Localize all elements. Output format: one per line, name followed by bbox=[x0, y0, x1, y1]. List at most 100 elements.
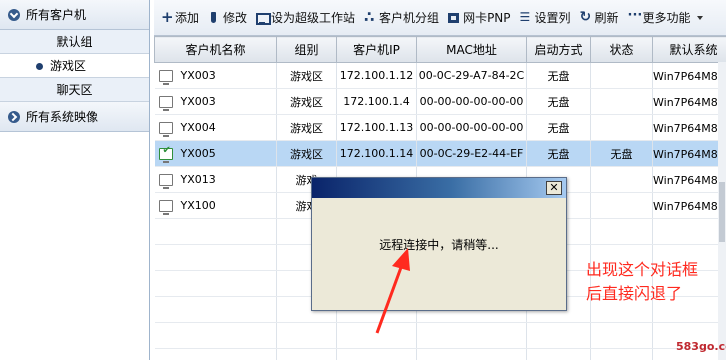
table-row-selected[interactable]: YX005 游戏区 172.100.1.14 00-0C-29-E2-44-EF… bbox=[154, 140, 726, 167]
sidebar-group-label: 所有客户机 bbox=[26, 8, 87, 22]
status-cell bbox=[590, 62, 653, 89]
client-name-cell: YX004 bbox=[154, 114, 277, 141]
default-system-cell: Win7P64M8 - 另 bbox=[652, 88, 726, 115]
column-header[interactable]: 状态 bbox=[590, 36, 653, 63]
group-label: 客户机分组 bbox=[379, 11, 440, 25]
dialog-message: 远程连接中，请稍等... bbox=[379, 238, 499, 252]
sidebar-group-all-images[interactable]: 所有系统映像 bbox=[0, 102, 149, 132]
sidebar-item-label: 游戏区 bbox=[50, 59, 87, 73]
table-row-empty bbox=[154, 322, 726, 349]
mac-cell: 00-0C-29-E2-44-EF bbox=[416, 140, 527, 167]
plus-icon bbox=[160, 8, 174, 26]
computer-icon bbox=[158, 122, 173, 137]
client-group-button[interactable]: 客户机分组 bbox=[364, 8, 440, 26]
column-header[interactable]: 客户机IP bbox=[336, 36, 417, 63]
status-cell bbox=[590, 114, 653, 141]
set-cols-label: 设置列 bbox=[534, 11, 571, 25]
client-name-cell: YX003 bbox=[154, 62, 277, 89]
network-card-icon bbox=[448, 12, 460, 24]
sidebar-item-default-group[interactable]: 默认组 bbox=[0, 30, 149, 54]
table-row[interactable]: YX004 游戏区 172.100.1.13 00-00-00-00-00-00… bbox=[154, 114, 726, 141]
group-cell: 游戏区 bbox=[276, 114, 337, 141]
status-cell bbox=[590, 166, 653, 193]
client-name-cell: YX005 bbox=[154, 140, 277, 167]
client-name-cell: YX003 bbox=[154, 88, 277, 115]
boot-mode-cell: 无盘 bbox=[526, 140, 591, 167]
nic-pnp-button[interactable]: 网卡PNP bbox=[448, 9, 511, 26]
table-row[interactable]: YX003 游戏区 172.100.1.4 00-00-00-00-00-00 … bbox=[154, 88, 726, 115]
close-button[interactable]: ✕ bbox=[546, 181, 562, 195]
computer-icon bbox=[158, 70, 173, 85]
ip-cell: 172.100.1.4 bbox=[336, 88, 417, 115]
set-super-workstation-button[interactable]: 设为超级工作站 bbox=[256, 9, 355, 26]
column-header[interactable]: 默认系统 bbox=[652, 36, 726, 63]
sidebar-item-game-zone[interactable]: 游戏区 bbox=[0, 54, 149, 78]
column-header[interactable]: 组别 bbox=[276, 36, 337, 63]
default-system-cell: Win7P64M8 - 另 bbox=[652, 140, 726, 167]
group-cell: 游戏区 bbox=[276, 88, 337, 115]
client-name-cell: YX100 bbox=[154, 192, 277, 219]
sidebar-item-chat-zone[interactable]: 聊天区 bbox=[0, 78, 149, 102]
remote-connect-dialog: ✕ 远程连接中，请稍等... bbox=[311, 177, 567, 311]
refresh-label: 刷新 bbox=[594, 11, 619, 25]
pen-icon bbox=[208, 11, 220, 24]
ip-cell: 172.100.1.12 bbox=[336, 62, 417, 89]
monitor-icon bbox=[256, 12, 272, 25]
add-label: 添加 bbox=[175, 11, 200, 25]
table-row[interactable]: YX003 游戏区 172.100.1.12 00-0C-29-A7-84-2C… bbox=[154, 62, 726, 89]
default-system-cell: Win7P64M8 - 另 bbox=[652, 62, 726, 89]
nic-pnp-label: 网卡PNP bbox=[463, 11, 511, 25]
annotation-arrow bbox=[375, 248, 410, 334]
boot-mode-cell: 无盘 bbox=[526, 114, 591, 141]
boot-mode-cell: 无盘 bbox=[526, 88, 591, 115]
table-header-row: 客户机名称 组别 客户机IP MAC地址 启动方式 状态 默认系统 bbox=[154, 36, 726, 63]
client-name: YX003 bbox=[180, 95, 216, 108]
client-name: YX005 bbox=[180, 147, 216, 160]
client-name: YX004 bbox=[180, 121, 216, 134]
computer-icon bbox=[158, 96, 173, 111]
mac-cell: 00-0C-29-A7-84-2C bbox=[416, 62, 527, 89]
mac-cell: 00-00-00-00-00-00 bbox=[416, 114, 527, 141]
default-system-cell: Win7P64M8 - 另 bbox=[652, 114, 726, 141]
ip-cell: 172.100.1.13 bbox=[336, 114, 417, 141]
client-name: YX100 bbox=[180, 199, 216, 212]
group-cell: 游戏区 bbox=[276, 62, 337, 89]
computer-icon bbox=[158, 200, 173, 215]
watermark: 583go.com bbox=[676, 340, 726, 353]
column-header[interactable]: 启动方式 bbox=[526, 36, 591, 63]
sidebar-group-all-clients[interactable]: 所有客户机 bbox=[0, 0, 149, 30]
refresh-button[interactable]: 刷新 bbox=[580, 9, 619, 26]
columns-icon bbox=[520, 10, 532, 24]
vertical-scrollbar[interactable] bbox=[718, 62, 726, 360]
boot-mode-cell: 无盘 bbox=[526, 62, 591, 89]
chevron-right-icon[interactable] bbox=[8, 111, 20, 123]
annotation-line: 后直接闪退了 bbox=[586, 284, 683, 303]
caret-down-icon bbox=[696, 15, 703, 20]
edit-label: 修改 bbox=[223, 11, 248, 25]
ip-cell: 172.100.1.14 bbox=[336, 140, 417, 167]
client-sidebar: 所有客户机 默认组 游戏区 聊天区 所有系统映像 bbox=[0, 0, 150, 360]
client-name-cell: YX013 bbox=[154, 166, 277, 193]
chevron-down-icon[interactable] bbox=[8, 9, 20, 21]
mac-cell: 00-00-00-00-00-00 bbox=[416, 88, 527, 115]
status-cell: 无盘 bbox=[590, 140, 653, 167]
column-header[interactable]: MAC地址 bbox=[416, 36, 527, 63]
scrollbar-thumb[interactable] bbox=[719, 182, 725, 242]
selected-dot-icon bbox=[36, 63, 43, 70]
toolbar: 添加 修改 设为超级工作站 客户机分组 网卡PNP 设置列 刷新 更多功能 bbox=[154, 0, 726, 36]
more-label: 更多功能 bbox=[642, 11, 691, 25]
annotation-note: 出现这个对话框 后直接闪退了 bbox=[586, 258, 726, 306]
column-header[interactable]: 客户机名称 bbox=[154, 36, 277, 63]
add-button[interactable]: 添加 bbox=[160, 8, 200, 26]
status-cell bbox=[590, 88, 653, 115]
client-name: YX013 bbox=[180, 173, 216, 186]
edit-button[interactable]: 修改 bbox=[208, 9, 247, 26]
computer-icon bbox=[158, 174, 173, 189]
more-functions-button[interactable]: 更多功能 bbox=[628, 8, 703, 26]
set-columns-button[interactable]: 设置列 bbox=[520, 9, 571, 26]
computer-online-icon bbox=[158, 145, 173, 163]
dialog-title-bar[interactable]: ✕ bbox=[312, 178, 566, 198]
table-row-empty bbox=[154, 348, 726, 360]
sidebar-item-label: 聊天区 bbox=[56, 83, 93, 97]
more-icon bbox=[628, 8, 643, 24]
